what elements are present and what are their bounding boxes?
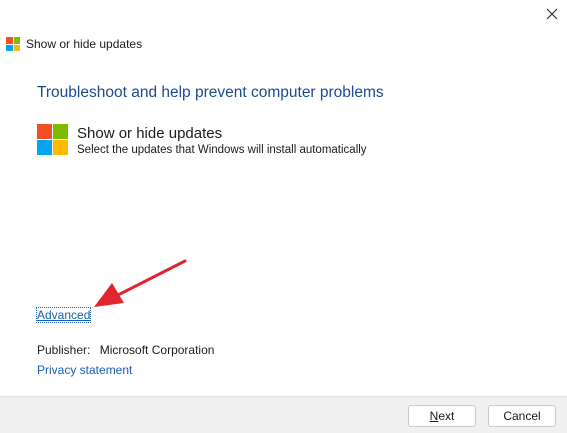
windows-logo-icon: [37, 124, 68, 155]
page-heading: Troubleshoot and help prevent computer p…: [37, 84, 384, 101]
window-top-strip: [0, 0, 567, 30]
window-title-bar: Show or hide updates: [6, 36, 142, 52]
windows-logo-icon: [6, 37, 20, 51]
option-description: Select the updates that Windows will ins…: [77, 144, 367, 156]
cancel-button[interactable]: Cancel: [488, 405, 556, 427]
publisher-value: Microsoft Corporation: [99, 343, 215, 357]
window-title: Show or hide updates: [26, 37, 143, 51]
option-title: Show or hide updates: [77, 125, 223, 142]
advanced-link[interactable]: Advanced: [35, 307, 92, 323]
button-bar: Next Cancel: [0, 396, 567, 433]
close-icon[interactable]: [538, 2, 566, 26]
troubleshooter-window: Show or hide updates Troubleshoot and he…: [0, 0, 567, 433]
annotation-arrow-icon: [94, 259, 187, 307]
publisher-info: Publisher: Microsoft Corporation: [37, 343, 214, 357]
troubleshooter-option: Show or hide updates Select the updates …: [37, 124, 367, 158]
next-button[interactable]: Next: [408, 405, 476, 427]
privacy-statement-link[interactable]: Privacy statement: [37, 363, 132, 377]
publisher-label: Publisher:: [37, 343, 91, 357]
